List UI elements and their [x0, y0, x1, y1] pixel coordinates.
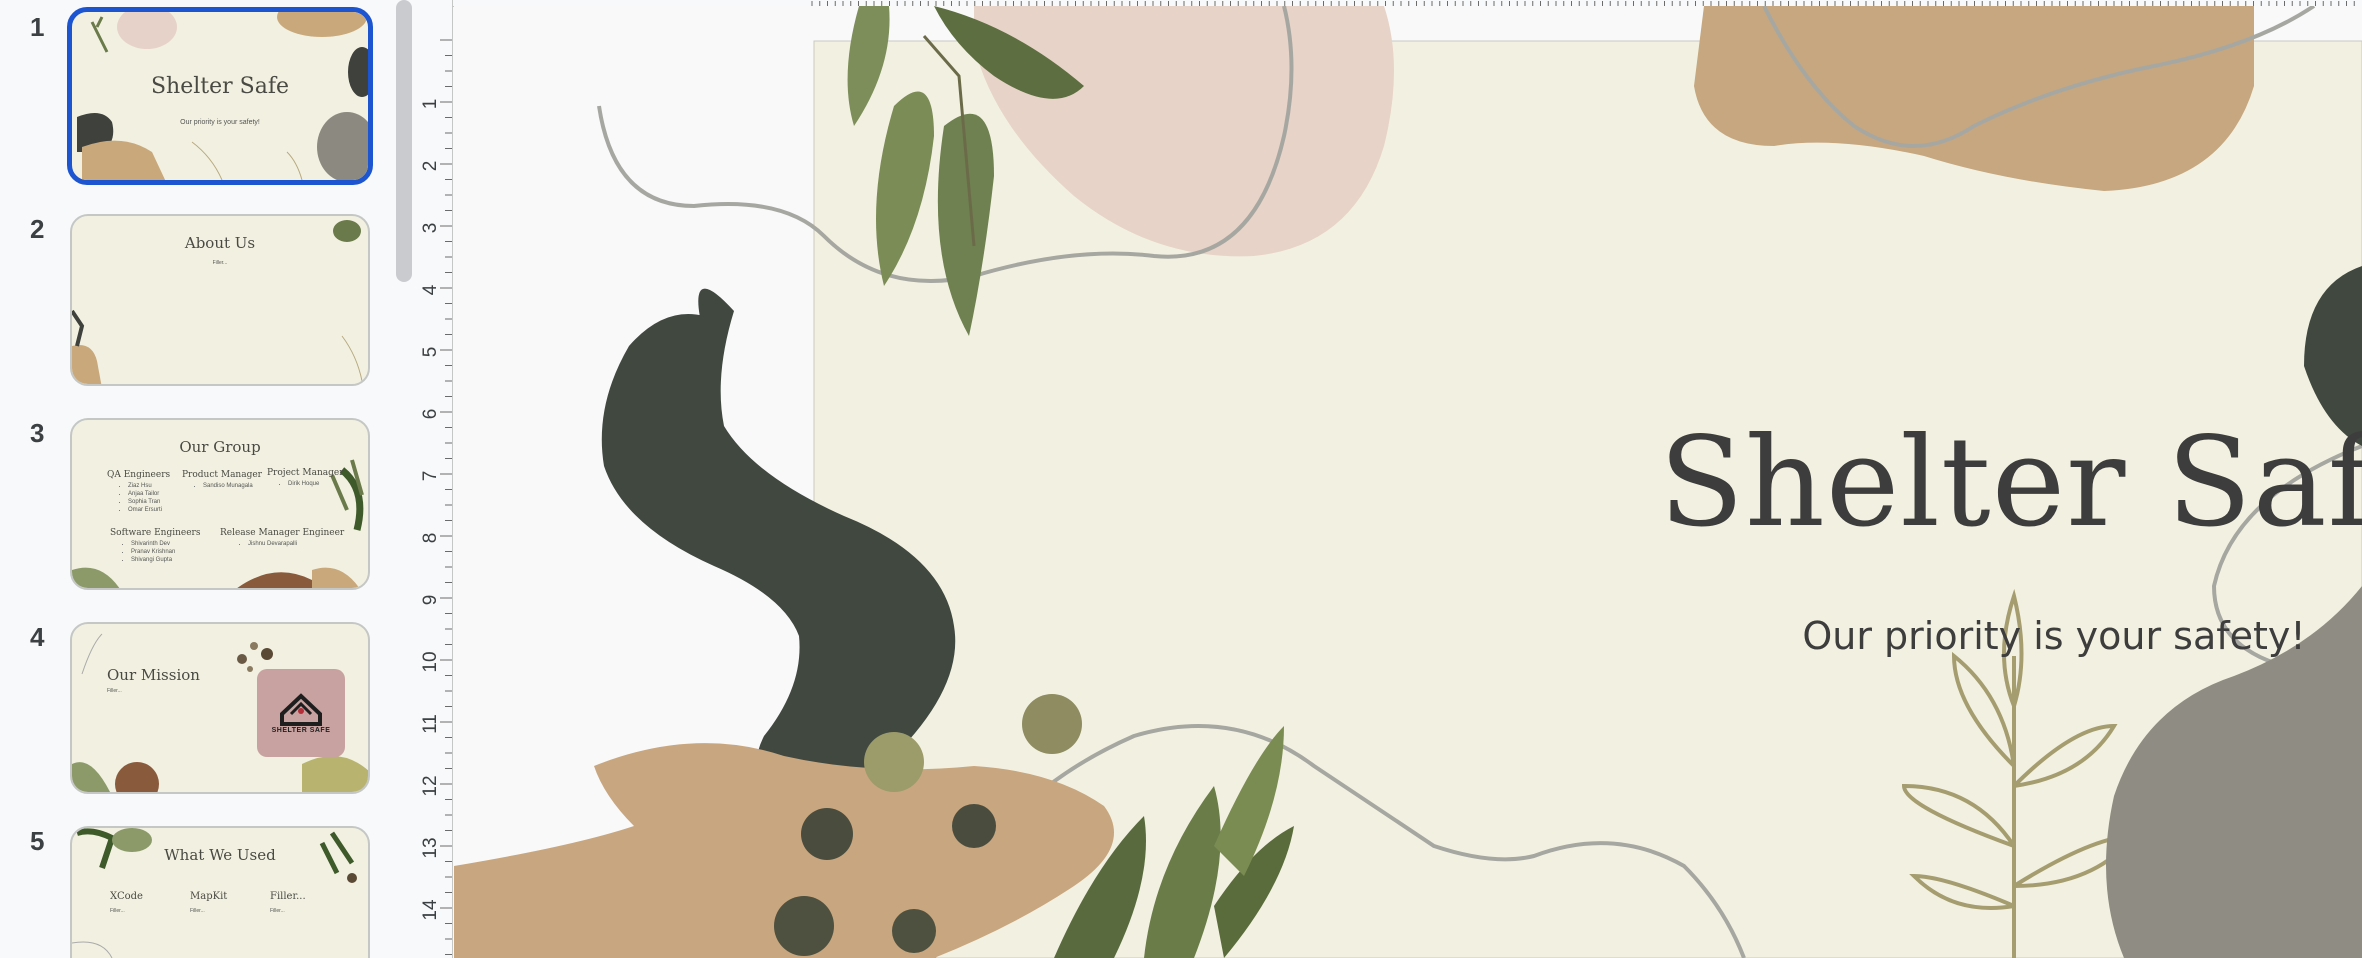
thumbnail-subtitle: Our priority is your safety!: [180, 119, 260, 126]
group-member: Sophia Tran: [128, 498, 162, 506]
group-heading: Release Manager Engineer: [220, 528, 345, 538]
group-member: Omar Ersurti: [128, 506, 162, 514]
ruler-label: 1: [420, 98, 441, 110]
group-heading: Product Manager: [182, 470, 262, 480]
ruler-label: 4: [420, 284, 441, 296]
group-member-list: Jishnu Devarapalli: [232, 540, 297, 548]
column-label: Filler...: [270, 891, 306, 902]
ruler-label: 9: [420, 594, 441, 606]
thumbnail-preview: Our Mission Filler... SHELTER SAFE: [70, 622, 370, 794]
logo-text: SHELTER SAFE: [271, 727, 331, 734]
group-heading: Software Engineers: [110, 528, 201, 538]
thumbnail-preview: Our Group QA Engineers Ziaz Hsu Anjaa Ta…: [70, 418, 370, 590]
ruler-label: 5: [420, 346, 441, 358]
group-member-list: Shivarinth Dev Pranav Krishnan Shivangi …: [115, 540, 175, 564]
ruler-label: 7: [420, 470, 441, 482]
group-member-list: Sandiso Munagala: [187, 482, 253, 490]
slide-subtitle[interactable]: Our priority is your safety!: [1554, 614, 2362, 658]
group-member: Pranav Krishnan: [131, 548, 175, 556]
group-member: Jishnu Devarapalli: [248, 540, 297, 548]
group-heading: QA Engineers: [107, 470, 171, 480]
slide-number: 1: [30, 12, 45, 42]
thumbnail-title: What We Used: [164, 846, 276, 864]
thumbnail-title: Our Mission: [107, 666, 200, 684]
ruler-label: 10: [420, 651, 441, 673]
slide-number: 3: [30, 418, 45, 448]
ruler-label: 3: [420, 222, 441, 234]
group-member: Dirik Hoque: [288, 480, 319, 488]
slide-decoration: [72, 633, 368, 792]
thumbnail-preview: What We Used XCode Filler... MapKit Fill…: [70, 826, 370, 958]
slide-number: 2: [30, 214, 45, 244]
slide-title[interactable]: Shelter Safe: [1554, 411, 2362, 555]
thumbnail-filler: Filler...: [212, 260, 228, 266]
group-heading: Project Manager: [267, 468, 344, 478]
column-filler: Filler...: [270, 908, 285, 914]
ruler-label: 11: [420, 714, 441, 734]
ruler-label: 8: [420, 532, 441, 544]
thumbnail-filler: Filler...: [107, 688, 122, 694]
group-member-list: Dirik Hoque: [272, 480, 319, 488]
thumbnail-preview: Shelter Safe Our priority is your safety…: [67, 7, 373, 185]
thumbnail-title: Shelter Safe: [150, 74, 289, 99]
column-filler: Filler...: [110, 908, 125, 914]
group-member: Sandiso Munagala: [203, 482, 253, 490]
ruler-label: 2: [420, 160, 441, 172]
ruler-label: 14: [420, 899, 441, 921]
group-member: Shivangi Gupta: [131, 556, 175, 564]
filmstrip-scrollbar[interactable]: [396, 0, 412, 282]
column-label: XCode: [110, 891, 143, 902]
thumbnail-title: About Us: [184, 234, 256, 252]
group-member: Ziaz Hsu: [128, 482, 162, 490]
slide-filmstrip: 1 Shelter Safe Our priority is your safe…: [0, 0, 400, 958]
ruler-label: 12: [420, 775, 441, 797]
slide-number: 5: [30, 826, 45, 856]
group-member: Anjaa Tailor: [128, 490, 162, 498]
thumbnail-preview: About Us Filler...: [70, 214, 370, 386]
ruler-label: 6: [420, 408, 441, 420]
ruler-label: 13: [420, 837, 441, 859]
thumbnail-title: Our Group: [179, 438, 261, 456]
slide-number: 4: [30, 622, 45, 652]
main-slide[interactable]: Shelter Safe Our priority is your safety…: [454, 6, 2362, 958]
group-member: Shivarinth Dev: [131, 540, 175, 548]
column-filler: Filler...: [190, 908, 205, 914]
group-member-list: Ziaz Hsu Anjaa Tailor Sophia Tran Omar E…: [112, 482, 162, 514]
column-label: MapKit: [190, 891, 228, 902]
vertical-ruler: 1 2 3 4 5 6 7 8 9 10 11 12 13 14: [412, 0, 453, 958]
